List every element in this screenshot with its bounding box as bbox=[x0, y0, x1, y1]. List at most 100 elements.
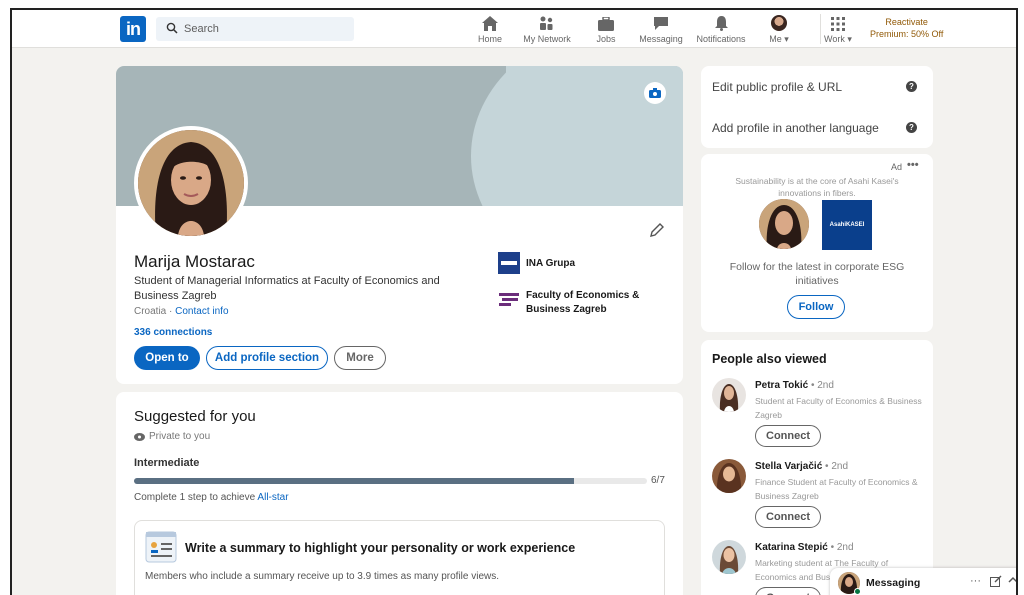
help-icon[interactable]: ? bbox=[906, 122, 917, 133]
org-faculty[interactable]: Faculty of Economics & Business Zagreb bbox=[498, 288, 668, 318]
top-navbar: in Search Home My Network Jobs Messaging… bbox=[12, 10, 1016, 48]
profile-card: Marija Mostarac Student of Managerial In… bbox=[116, 66, 683, 384]
avatar[interactable] bbox=[712, 378, 746, 412]
camera-icon[interactable] bbox=[644, 82, 666, 104]
open-to-button[interactable]: Open to bbox=[134, 346, 200, 370]
follow-button[interactable]: Follow bbox=[787, 295, 845, 319]
nav-jobs-label: Jobs bbox=[596, 34, 616, 44]
summary-title: Write a summary to highlight your person… bbox=[185, 541, 576, 555]
help-icon[interactable]: ? bbox=[906, 81, 917, 92]
compose-icon[interactable] bbox=[990, 575, 1002, 590]
nav-home[interactable]: Home bbox=[475, 13, 505, 47]
connections-link[interactable]: 336 connections bbox=[134, 327, 212, 338]
search-input[interactable]: Search bbox=[184, 23, 219, 35]
pencil-icon[interactable] bbox=[649, 222, 665, 238]
step-text: Complete 1 step to achieve bbox=[134, 492, 258, 503]
avatar[interactable] bbox=[712, 540, 746, 574]
asahi-kasei-logo[interactable]: AsahiKASEI bbox=[822, 200, 872, 250]
all-star-link[interactable]: All-star bbox=[257, 492, 288, 503]
person-name-line[interactable]: Petra Tokić • 2nd bbox=[755, 380, 834, 391]
profile-strength-bar bbox=[134, 478, 647, 484]
linkedin-logo[interactable]: in bbox=[120, 16, 146, 42]
ad-profile-photo bbox=[759, 199, 809, 249]
ad-follow-text: Follow for the latest in corporate ESG i… bbox=[729, 261, 905, 287]
message-icon bbox=[654, 17, 668, 30]
avatar[interactable] bbox=[712, 459, 746, 493]
person-name: Petra Tokić bbox=[755, 380, 809, 391]
connection-degree: • 2nd bbox=[808, 380, 834, 391]
profile-location: Croatia bbox=[134, 306, 167, 317]
chevron-up-icon[interactable] bbox=[1008, 575, 1016, 588]
chevron-down-icon: ▾ bbox=[784, 34, 789, 44]
ina-logo bbox=[498, 252, 520, 274]
nav-my-network-label: My Network bbox=[523, 34, 571, 44]
profile-name: Marija Mostarac bbox=[134, 252, 255, 271]
people-also-viewed-title: People also viewed bbox=[712, 352, 827, 366]
nav-me-label: Me bbox=[769, 34, 782, 44]
nav-jobs[interactable]: Jobs bbox=[592, 13, 620, 47]
nav-notifications-label: Notifications bbox=[696, 34, 746, 44]
location-separator: · bbox=[166, 306, 176, 317]
search-icon bbox=[166, 22, 178, 34]
ad-label: Ad bbox=[891, 162, 903, 172]
more-button[interactable]: More bbox=[334, 346, 386, 370]
connection-degree: • 2nd bbox=[827, 542, 854, 553]
ad-text: Sustainability is at the core of Asahi K… bbox=[735, 176, 899, 198]
progress-count: 6/7 bbox=[651, 475, 665, 486]
profile-links-card: Edit public profile & URL ? Add profile … bbox=[701, 66, 933, 148]
suggested-card: Suggested for you Private to you Interme… bbox=[116, 392, 683, 595]
private-note: Private to you bbox=[134, 431, 210, 442]
summary-suggestion[interactable]: Write a summary to highlight your person… bbox=[134, 520, 665, 595]
connection-degree: • 2nd bbox=[822, 461, 849, 472]
org-name: INA Grupa bbox=[526, 258, 576, 269]
messaging-bar[interactable]: Messaging ··· bbox=[830, 568, 1016, 595]
ad-menu-icon[interactable]: ••• bbox=[907, 159, 919, 171]
grid-icon bbox=[831, 17, 845, 31]
connect-button[interactable]: Connect bbox=[755, 587, 821, 595]
step-note: Complete 1 step to achieve All-star bbox=[134, 492, 289, 503]
nav-work-label: Work bbox=[824, 34, 845, 44]
add-language-link[interactable]: Add profile in another language bbox=[712, 121, 879, 135]
profile-headline: Student of Managerial Informatics at Fac… bbox=[134, 275, 440, 302]
profile-photo[interactable] bbox=[134, 126, 248, 240]
connect-button[interactable]: Connect bbox=[755, 506, 821, 528]
premium-line-1: Reactivate bbox=[885, 17, 928, 27]
profile-location-line: Croatia · Contact info bbox=[134, 306, 229, 317]
list-item[interactable]: Stella Varjačić • 2nd Finance Student at… bbox=[712, 459, 927, 533]
summary-desc: Members who include a summary receive up… bbox=[145, 571, 500, 582]
premium-offer-link[interactable]: Reactivate Premium: 50% Off bbox=[870, 16, 943, 40]
nav-me[interactable]: Me ▾ bbox=[764, 13, 794, 47]
online-status-dot bbox=[854, 588, 861, 595]
nav-messaging[interactable]: Messaging bbox=[638, 13, 684, 47]
add-profile-section-button[interactable]: Add profile section bbox=[206, 346, 328, 370]
suggested-title: Suggested for you bbox=[134, 408, 256, 425]
connect-button[interactable]: Connect bbox=[755, 425, 821, 447]
person-name-line[interactable]: Stella Varjačić • 2nd bbox=[755, 461, 848, 472]
ad-card: Ad ••• Sustainability is at the core of … bbox=[701, 154, 933, 332]
nav-notifications[interactable]: Notifications bbox=[695, 13, 747, 47]
nav-messaging-label: Messaging bbox=[639, 34, 683, 44]
chevron-down-icon: ▾ bbox=[847, 34, 852, 44]
org-ina-grupa[interactable]: INA Grupa bbox=[498, 252, 668, 276]
person-headline: Student at Faculty of Economics & Busine… bbox=[755, 396, 922, 420]
more-options-icon[interactable]: ··· bbox=[970, 575, 981, 587]
premium-line-2: Premium: 50% Off bbox=[870, 29, 944, 39]
faculty-logo bbox=[498, 288, 520, 310]
eye-icon bbox=[134, 432, 145, 441]
app-window: in Search Home My Network Jobs Messaging… bbox=[10, 8, 1018, 595]
contact-info-link[interactable]: Contact info bbox=[175, 306, 228, 317]
network-icon bbox=[540, 16, 553, 30]
search-box[interactable]: Search bbox=[156, 17, 354, 41]
nav-work[interactable]: Work ▾ bbox=[820, 13, 856, 47]
people-also-viewed-card: People also viewed Petra Tokić • 2nd Stu… bbox=[701, 340, 933, 595]
profile-strength-fill bbox=[134, 478, 574, 484]
nav-home-label: Home bbox=[477, 34, 502, 44]
profile-strength-level: Intermediate bbox=[134, 457, 200, 469]
person-name-line[interactable]: Katarina Stepić • 2nd bbox=[755, 542, 854, 553]
list-item[interactable]: Petra Tokić • 2nd Student at Faculty of … bbox=[712, 378, 927, 452]
edit-public-profile-link[interactable]: Edit public profile & URL bbox=[712, 80, 842, 94]
nav-my-network[interactable]: My Network bbox=[519, 13, 575, 47]
messaging-label: Messaging bbox=[866, 577, 921, 589]
person-name: Stella Varjačić bbox=[755, 461, 823, 472]
person-headline: Finance Student at Faculty of Economics … bbox=[755, 477, 918, 501]
